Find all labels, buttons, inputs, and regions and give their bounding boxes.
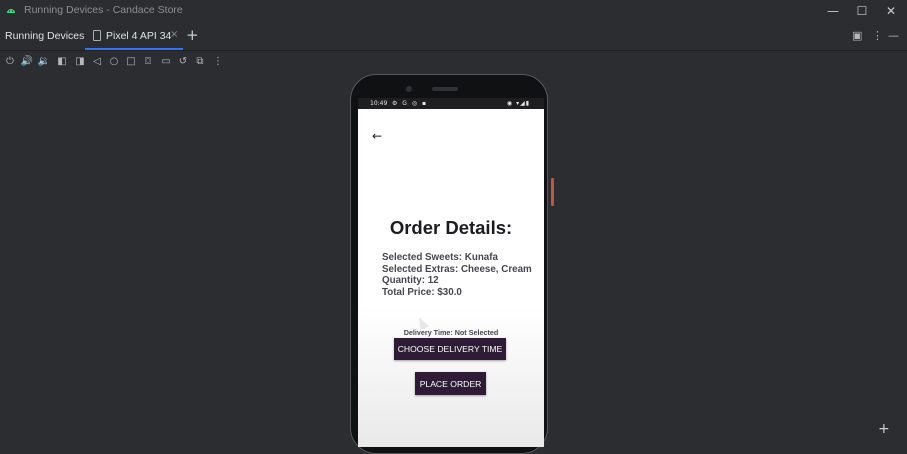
status-time: 10:49 bbox=[370, 100, 388, 107]
panel-title: Running Devices bbox=[5, 30, 85, 42]
window-title: Running Devices - Candace Store bbox=[24, 4, 183, 16]
add-icon[interactable]: + bbox=[878, 421, 890, 437]
phone-side-button[interactable] bbox=[551, 178, 554, 206]
reset-icon[interactable]: ↺ bbox=[176, 54, 190, 68]
choose-delivery-time-button[interactable]: CHOOSE DELIVERY TIME bbox=[394, 338, 506, 360]
maximize-icon: ☐ bbox=[856, 4, 868, 18]
rotate-left-icon[interactable]: ◧ bbox=[55, 54, 69, 68]
device-toolbar: ⏻ 🔊 🔉 ◧ ◨ ◁ ○ □ ⌼ ▭ ↺ ⧉ ⋮ bbox=[0, 51, 907, 71]
close-window-button[interactable]: ✕ bbox=[876, 0, 906, 22]
android-studio-icon bbox=[7, 9, 15, 13]
order-details: Selected Sweets: Kunafa Selected Extras:… bbox=[382, 252, 532, 298]
camera-icon bbox=[406, 86, 412, 92]
title-bar: Running Devices - Candace Store — ☐ ✕ bbox=[0, 0, 907, 22]
minimize-icon: — bbox=[827, 4, 839, 18]
power-icon[interactable]: ⏻ bbox=[3, 54, 17, 68]
device-screen[interactable]: 10:49 ⚙ G ◎ ▪ ◉ ▾◢▮ ← Order Details: Sel… bbox=[358, 98, 544, 447]
home-icon[interactable]: ○ bbox=[107, 54, 121, 68]
notification-icons: ⚙ G ◎ ▪ bbox=[392, 99, 428, 107]
system-status-icons: ◉ ▾◢▮ bbox=[506, 99, 530, 107]
volume-down-icon[interactable]: 🔉 bbox=[37, 54, 51, 68]
volume-up-icon[interactable]: 🔊 bbox=[20, 54, 34, 68]
layout-icon[interactable]: ▣ bbox=[852, 29, 862, 42]
device-icon bbox=[93, 30, 101, 41]
back-arrow-icon[interactable]: ← bbox=[372, 129, 382, 143]
close-icon: ✕ bbox=[885, 4, 897, 18]
total-price: Total Price: $30.0 bbox=[382, 286, 462, 298]
tab-bar: Running Devices Pixel 4 API 34 × + ▣ ⋮ — bbox=[0, 22, 907, 51]
more-icon[interactable]: ⋮ bbox=[211, 54, 225, 68]
maximize-button[interactable]: ☐ bbox=[847, 0, 877, 22]
speaker-grille bbox=[432, 87, 458, 91]
rotate-right-icon[interactable]: ◨ bbox=[73, 54, 87, 68]
screen-record-icon[interactable]: ▭ bbox=[159, 54, 173, 68]
screenshot-icon[interactable]: ⌼ bbox=[141, 54, 155, 68]
tab-pixel-4-api-34[interactable]: Pixel 4 API 34 × bbox=[85, 22, 183, 50]
add-tab-button[interactable]: + bbox=[186, 26, 199, 44]
hide-panel-icon[interactable]: — bbox=[888, 29, 899, 42]
selected-sweets: Selected Sweets: Kunafa bbox=[382, 252, 498, 263]
tab-label: Pixel 4 API 34 bbox=[106, 30, 172, 42]
delivery-time-label: Delivery Time: Not Selected bbox=[403, 328, 499, 337]
quantity: Quantity: 12 bbox=[382, 275, 439, 286]
status-bar: 10:49 ⚙ G ◎ ▪ ◉ ▾◢▮ bbox=[358, 98, 544, 109]
minimize-button[interactable]: — bbox=[818, 0, 848, 22]
back-icon[interactable]: ◁ bbox=[90, 54, 104, 68]
more-vert-icon[interactable]: ⋮ bbox=[872, 29, 883, 42]
tab-close-button[interactable]: × bbox=[170, 29, 178, 40]
page-title: Order Details: bbox=[389, 217, 513, 238]
overview-icon[interactable]: □ bbox=[124, 54, 138, 68]
device-frame-icon[interactable]: ⧉ bbox=[193, 54, 207, 68]
selected-extras: Selected Extras: Cheese, Cream bbox=[382, 263, 532, 275]
place-order-button[interactable]: PLACE ORDER bbox=[415, 372, 486, 395]
